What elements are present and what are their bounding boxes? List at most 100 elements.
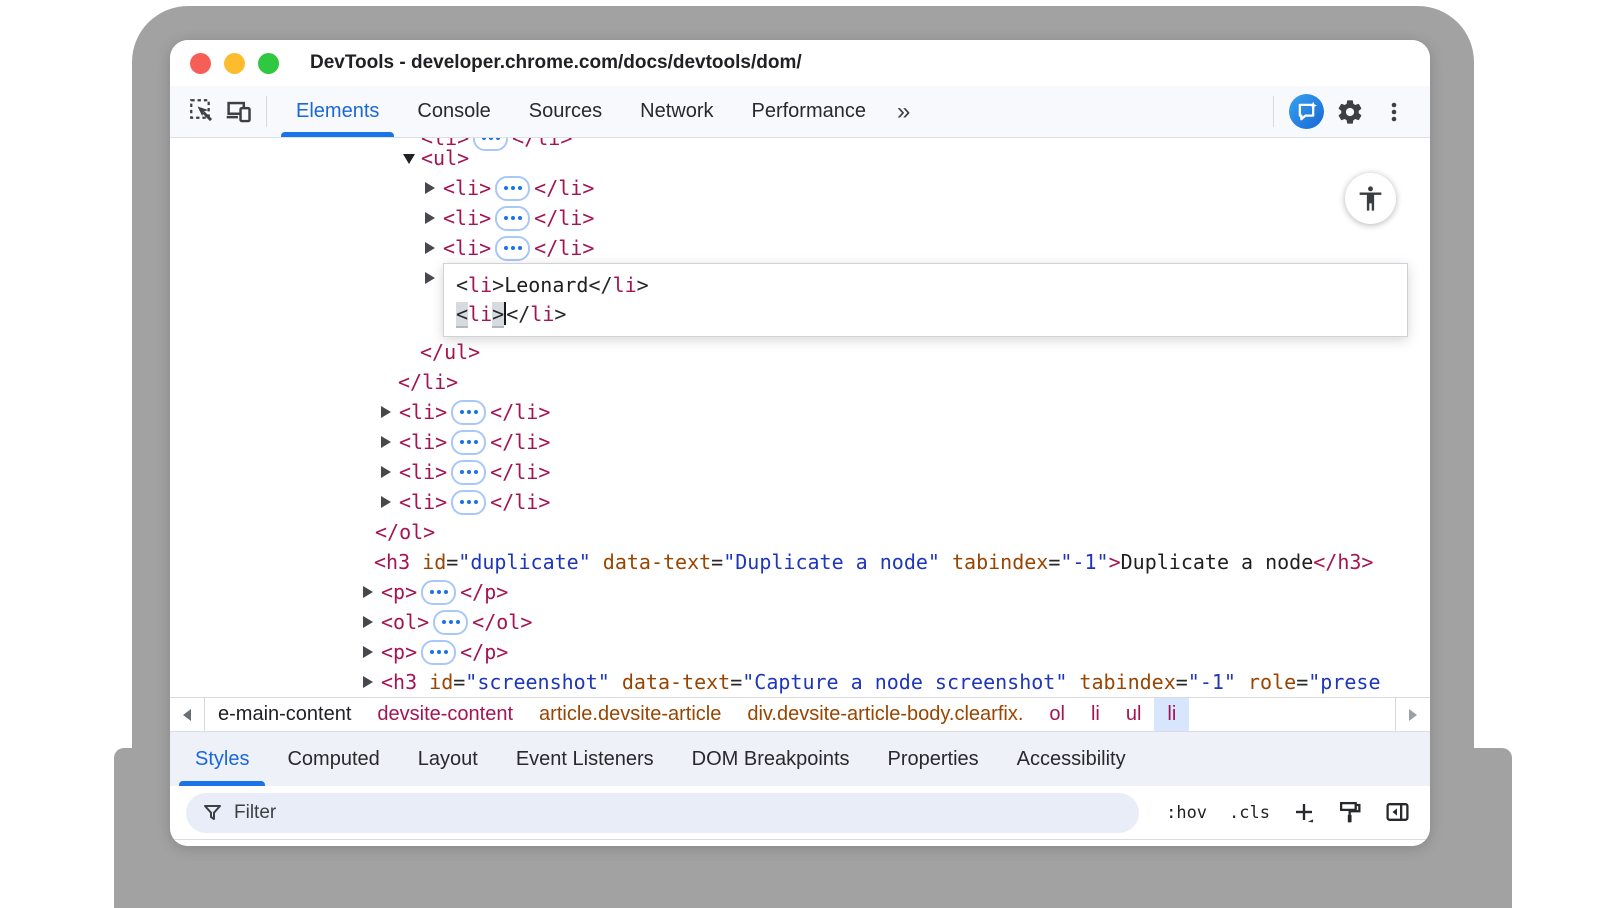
- rendering-emulation-brush-icon[interactable]: [1338, 800, 1363, 825]
- expand-arrow-icon[interactable]: [425, 272, 435, 284]
- edit-as-html-box[interactable]: <li>Leonard</li><li></li>: [443, 263, 1408, 337]
- ellipsis-expand-badge[interactable]: [421, 580, 456, 605]
- dom-tree-row[interactable]: <h3 id="screenshot" data-text="Capture a…: [170, 667, 1430, 697]
- expand-arrow-icon[interactable]: [363, 586, 373, 598]
- dom-tree-row[interactable]: <li></li>: [170, 397, 1430, 427]
- toggle-sidebar-icon[interactable]: [1385, 800, 1410, 825]
- code-token: <: [456, 302, 468, 328]
- dom-tree-row[interactable]: <ul>: [170, 143, 1430, 173]
- styles-tab-computed[interactable]: Computed: [268, 732, 398, 786]
- ellipsis-expand-badge[interactable]: [495, 206, 530, 231]
- breadcrumb-item[interactable]: div.devsite-article-body.clearfix.: [734, 698, 1036, 731]
- new-style-rule-plus-icon[interactable]: [1292, 801, 1316, 825]
- dom-tree-row[interactable]: </ol>: [170, 517, 1430, 547]
- styles-tab-styles[interactable]: Styles: [176, 732, 268, 786]
- tab-sources[interactable]: Sources: [510, 86, 621, 137]
- styles-tab-layout[interactable]: Layout: [399, 732, 497, 786]
- dom-tree-row[interactable]: <li></li>: [170, 487, 1430, 517]
- ellipsis-expand-badge[interactable]: [433, 610, 468, 635]
- dom-tree-row[interactable]: <p></p>: [170, 577, 1430, 607]
- code-token: "screenshot": [465, 670, 610, 694]
- ellipsis-expand-badge[interactable]: [495, 236, 530, 261]
- code-token: </li>: [490, 460, 550, 484]
- ai-assistance-icon[interactable]: [1284, 93, 1328, 130]
- chevron-left-icon: [183, 709, 191, 721]
- ellipsis-expand-badge[interactable]: [495, 176, 530, 201]
- dom-tree-row[interactable]: <h3 id="duplicate" data-text="Duplicate …: [170, 547, 1430, 577]
- code-token: data-text: [610, 670, 730, 694]
- breadcrumb-item[interactable]: li: [1154, 698, 1189, 731]
- code-token: </: [588, 273, 612, 297]
- dom-tree-row[interactable]: <li></li>: [170, 427, 1430, 457]
- breadcrumb-item[interactable]: ol: [1036, 698, 1078, 731]
- dom-tree-row[interactable]: <li></li>: [170, 173, 1430, 203]
- window-footer-strip: [170, 839, 1430, 846]
- tab-network[interactable]: Network: [621, 86, 732, 137]
- ellipsis-expand-badge[interactable]: [451, 460, 486, 485]
- close-window-button[interactable]: [190, 53, 211, 74]
- accessibility-widget-button[interactable]: [1345, 173, 1396, 224]
- code-token: </ol>: [375, 520, 435, 544]
- dom-tree-row[interactable]: <li></li>: [170, 233, 1430, 263]
- code-token: <p>: [381, 580, 417, 604]
- minimize-window-button[interactable]: [224, 53, 245, 74]
- code-token: >: [492, 302, 504, 328]
- code-token: Duplicate a node: [1121, 550, 1314, 574]
- expand-arrow-icon[interactable]: [363, 616, 373, 628]
- ellipsis-expand-badge[interactable]: [421, 640, 456, 665]
- tab-performance[interactable]: Performance: [733, 86, 886, 137]
- ellipsis-expand-badge[interactable]: [451, 430, 486, 455]
- code-token: <li>: [443, 236, 491, 260]
- code-token: li: [468, 273, 492, 297]
- breadcrumb-item[interactable]: devsite-content: [364, 698, 526, 731]
- breadcrumb-scroll-left-button[interactable]: [170, 698, 205, 731]
- expand-arrow-icon[interactable]: [425, 182, 435, 194]
- tab-console[interactable]: Console: [398, 86, 509, 137]
- expand-arrow-icon[interactable]: [381, 496, 391, 508]
- styles-tab-event-listeners[interactable]: Event Listeners: [497, 732, 673, 786]
- code-token: "prese: [1308, 670, 1380, 694]
- more-tabs-icon[interactable]: »: [885, 86, 922, 137]
- more-menu-kebab-icon[interactable]: [1372, 100, 1416, 124]
- expand-arrow-icon[interactable]: [381, 406, 391, 418]
- filter-input[interactable]: Filter: [186, 793, 1139, 833]
- expand-arrow-icon[interactable]: [363, 676, 373, 688]
- expand-arrow-icon[interactable]: [363, 646, 373, 658]
- dom-tree-row[interactable]: <li></li>: [170, 457, 1430, 487]
- breadcrumb-item[interactable]: article.devsite-article: [526, 698, 734, 731]
- breadcrumb-item[interactable]: ul: [1113, 698, 1155, 731]
- dom-tree-row[interactable]: <p></p>: [170, 637, 1430, 667]
- settings-gear-icon[interactable]: [1328, 98, 1372, 126]
- element-classes-button[interactable]: .cls: [1229, 803, 1270, 823]
- styles-tab-dom-breakpoints[interactable]: DOM Breakpoints: [673, 732, 869, 786]
- styles-tab-properties[interactable]: Properties: [869, 732, 998, 786]
- code-token: >: [554, 302, 566, 326]
- breadcrumb-item[interactable]: e-main-content: [205, 698, 364, 731]
- ellipsis-expand-badge[interactable]: [451, 490, 486, 515]
- code-token: =: [1176, 670, 1188, 694]
- code-token: role: [1236, 670, 1296, 694]
- collapse-arrow-icon[interactable]: [403, 154, 415, 164]
- expand-arrow-icon[interactable]: [381, 466, 391, 478]
- dom-tree-row[interactable]: </li>: [170, 367, 1430, 397]
- styles-tab-accessibility[interactable]: Accessibility: [998, 732, 1145, 786]
- dom-tree-row[interactable]: <li></li>: [170, 203, 1430, 233]
- tab-elements[interactable]: Elements: [277, 86, 398, 137]
- zoom-window-button[interactable]: [258, 53, 279, 74]
- expand-arrow-icon[interactable]: [425, 212, 435, 224]
- expand-arrow-icon[interactable]: [425, 242, 435, 254]
- inspect-element-icon[interactable]: [184, 86, 220, 137]
- toggle-element-state-button[interactable]: :hov: [1166, 803, 1207, 823]
- code-token: <h3: [374, 550, 410, 574]
- code-token: </h3>: [1313, 550, 1373, 574]
- breadcrumb-scroll-right-button[interactable]: [1395, 698, 1430, 731]
- ellipsis-expand-badge[interactable]: [451, 400, 486, 425]
- dom-tree-row[interactable]: <ol></ol>: [170, 607, 1430, 637]
- dom-tree-row[interactable]: </ul>: [170, 337, 1430, 367]
- breadcrumb-item[interactable]: li: [1078, 698, 1113, 731]
- device-toolbar-icon[interactable]: [220, 86, 256, 137]
- code-token: =: [1048, 550, 1060, 574]
- expand-arrow-icon[interactable]: [381, 436, 391, 448]
- code-token: li: [530, 302, 554, 326]
- code-token: li: [468, 302, 492, 326]
